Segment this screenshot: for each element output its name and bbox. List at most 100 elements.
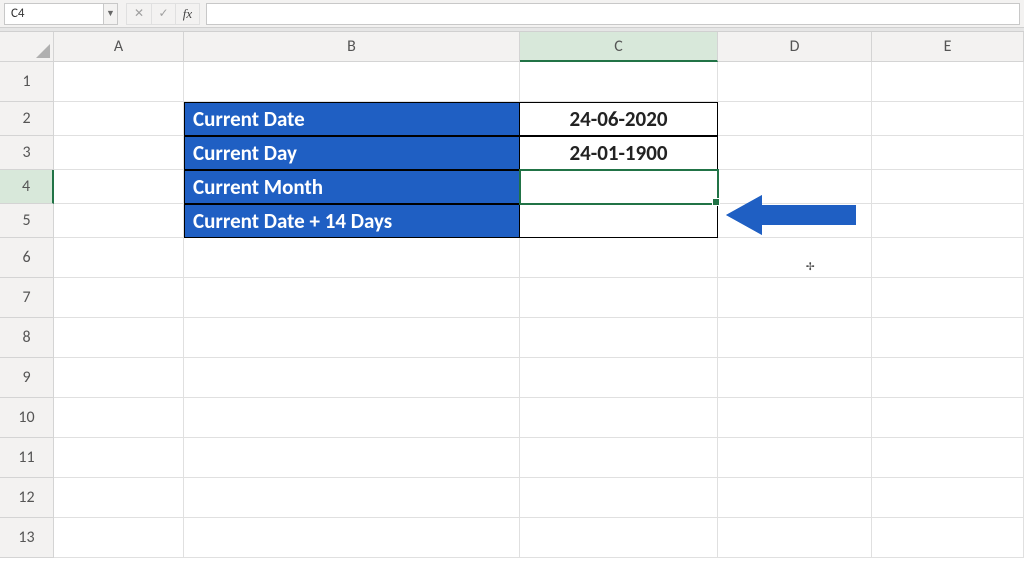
cell-A2[interactable] bbox=[54, 102, 184, 136]
cell-E9[interactable] bbox=[872, 358, 1024, 398]
cell-B5[interactable]: Current Date + 14 Days bbox=[184, 204, 520, 238]
cell-E10[interactable] bbox=[872, 398, 1024, 438]
cell-C7[interactable] bbox=[520, 278, 718, 318]
cell-B4[interactable]: Current Month bbox=[184, 170, 520, 204]
row-head-11[interactable]: 11 bbox=[0, 438, 54, 478]
cell-A1[interactable] bbox=[54, 62, 184, 102]
cell-B12[interactable] bbox=[184, 478, 520, 518]
select-all-corner[interactable] bbox=[0, 32, 54, 62]
cell-E6[interactable] bbox=[872, 238, 1024, 278]
row-head-3[interactable]: 3 bbox=[0, 136, 54, 170]
row-head-4[interactable]: 4 bbox=[0, 170, 54, 204]
col-head-D[interactable]: D bbox=[718, 32, 872, 62]
cell-C11[interactable] bbox=[520, 438, 718, 478]
cell-B3[interactable]: Current Day bbox=[184, 136, 520, 170]
cursor-icon: ✢ bbox=[806, 258, 814, 274]
cell-E7[interactable] bbox=[872, 278, 1024, 318]
row-13 bbox=[54, 518, 1024, 558]
cell-B9[interactable] bbox=[184, 358, 520, 398]
cell-B1[interactable] bbox=[184, 62, 520, 102]
cell-A8[interactable] bbox=[54, 318, 184, 358]
row-head-2[interactable]: 2 bbox=[0, 102, 54, 136]
cell-C9[interactable] bbox=[520, 358, 718, 398]
annotation-arrow bbox=[726, 193, 856, 237]
cell-D9[interactable] bbox=[718, 358, 872, 398]
row-head-13[interactable]: 13 bbox=[0, 518, 54, 558]
cell-A4[interactable] bbox=[54, 170, 184, 204]
cell-A7[interactable] bbox=[54, 278, 184, 318]
row-7 bbox=[54, 278, 1024, 318]
col-head-A[interactable]: A bbox=[54, 32, 184, 62]
row-head-7[interactable]: 7 bbox=[0, 278, 54, 318]
cell-D7[interactable] bbox=[718, 278, 872, 318]
cell-A9[interactable] bbox=[54, 358, 184, 398]
row-5: Current Date + 14 Days bbox=[54, 204, 1024, 238]
cell-B7[interactable] bbox=[184, 278, 520, 318]
cell-D10[interactable] bbox=[718, 398, 872, 438]
cell-E13[interactable] bbox=[872, 518, 1024, 558]
row-6 bbox=[54, 238, 1024, 278]
cell-E3[interactable] bbox=[872, 136, 1024, 170]
cell-C13[interactable] bbox=[520, 518, 718, 558]
row-1 bbox=[54, 62, 1024, 102]
name-box[interactable]: C4 bbox=[4, 3, 104, 25]
cell-B6[interactable] bbox=[184, 238, 520, 278]
cell-D1[interactable] bbox=[718, 62, 872, 102]
cell-B13[interactable] bbox=[184, 518, 520, 558]
cell-C10[interactable] bbox=[520, 398, 718, 438]
cell-E12[interactable] bbox=[872, 478, 1024, 518]
row-head-1[interactable]: 1 bbox=[0, 62, 54, 102]
cell-E1[interactable] bbox=[872, 62, 1024, 102]
cell-C5[interactable] bbox=[520, 204, 718, 238]
cell-A13[interactable] bbox=[54, 518, 184, 558]
cell-C3[interactable]: 24-01-1900 bbox=[520, 136, 718, 170]
name-box-dropdown[interactable]: ▼ bbox=[104, 3, 118, 25]
cell-E5[interactable] bbox=[872, 204, 1024, 238]
row-head-10[interactable]: 10 bbox=[0, 398, 54, 438]
cell-D3[interactable] bbox=[718, 136, 872, 170]
cell-B11[interactable] bbox=[184, 438, 520, 478]
row-head-6[interactable]: 6 bbox=[0, 238, 54, 278]
col-head-E[interactable]: E bbox=[872, 32, 1024, 62]
col-head-B[interactable]: B bbox=[184, 32, 520, 62]
cell-D8[interactable] bbox=[718, 318, 872, 358]
cell-E11[interactable] bbox=[872, 438, 1024, 478]
cell-C12[interactable] bbox=[520, 478, 718, 518]
cell-A11[interactable] bbox=[54, 438, 184, 478]
row-3: Current Day 24-01-1900 bbox=[54, 136, 1024, 170]
cell-D12[interactable] bbox=[718, 478, 872, 518]
cancel-icon[interactable]: ✕ bbox=[127, 4, 151, 24]
cell-A10[interactable] bbox=[54, 398, 184, 438]
formula-input[interactable] bbox=[206, 3, 1020, 25]
cell-D2[interactable] bbox=[718, 102, 872, 136]
cell-E2[interactable] bbox=[872, 102, 1024, 136]
cell-D6[interactable] bbox=[718, 238, 872, 278]
cells: Current Date 24-06-2020 Current Day 24-0… bbox=[54, 62, 1024, 558]
row-head-5[interactable]: 5 bbox=[0, 204, 54, 238]
cell-B2[interactable]: Current Date bbox=[184, 102, 520, 136]
row-12 bbox=[54, 478, 1024, 518]
cell-C1[interactable] bbox=[520, 62, 718, 102]
cell-C4[interactable] bbox=[520, 170, 718, 204]
cell-E4[interactable] bbox=[872, 170, 1024, 204]
col-head-C[interactable]: C bbox=[520, 32, 718, 62]
cell-B10[interactable] bbox=[184, 398, 520, 438]
row-head-9[interactable]: 9 bbox=[0, 358, 54, 398]
row-head-8[interactable]: 8 bbox=[0, 318, 54, 358]
cell-B8[interactable] bbox=[184, 318, 520, 358]
cell-A6[interactable] bbox=[54, 238, 184, 278]
name-box-area: C4 ▼ bbox=[4, 3, 118, 25]
row-head-12[interactable]: 12 bbox=[0, 478, 54, 518]
cell-A3[interactable] bbox=[54, 136, 184, 170]
cell-A5[interactable] bbox=[54, 204, 184, 238]
cell-C2[interactable]: 24-06-2020 bbox=[520, 102, 718, 136]
cell-E8[interactable] bbox=[872, 318, 1024, 358]
fx-icon[interactable]: fx bbox=[175, 4, 199, 24]
cell-D11[interactable] bbox=[718, 438, 872, 478]
cell-A12[interactable] bbox=[54, 478, 184, 518]
cell-C8[interactable] bbox=[520, 318, 718, 358]
row-11 bbox=[54, 438, 1024, 478]
cell-C6[interactable] bbox=[520, 238, 718, 278]
cell-D13[interactable] bbox=[718, 518, 872, 558]
enter-icon[interactable]: ✓ bbox=[151, 4, 175, 24]
